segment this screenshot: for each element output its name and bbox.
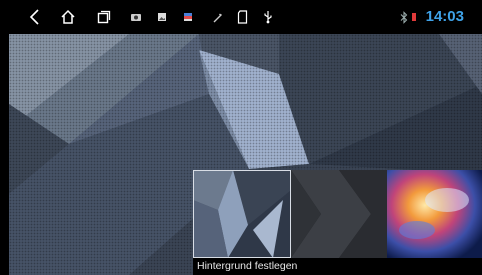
set-wallpaper-label[interactable]: Hintergrund festlegen [193,258,482,275]
flag-icon [182,0,194,34]
battery-icon [410,0,418,34]
back-icon[interactable] [27,0,43,34]
status-bar: 14:03 [0,0,482,34]
camera-icon [129,0,143,34]
thumbnail-colorful-nebula[interactable] [387,170,482,258]
bluetooth-icon [399,0,409,34]
wallpaper-thumbnails [193,170,482,258]
status-clock: 14:03 [425,8,464,25]
thumbnail-dark-chevron[interactable] [291,170,387,258]
wrench-icon [210,0,224,34]
thumbnail-geometric-blue[interactable] [193,170,291,258]
usb-icon [262,0,274,34]
home-icon[interactable] [59,0,77,34]
screenshot-icon [156,0,168,34]
sd-card-icon [235,0,249,34]
recent-apps-icon[interactable] [96,0,112,34]
